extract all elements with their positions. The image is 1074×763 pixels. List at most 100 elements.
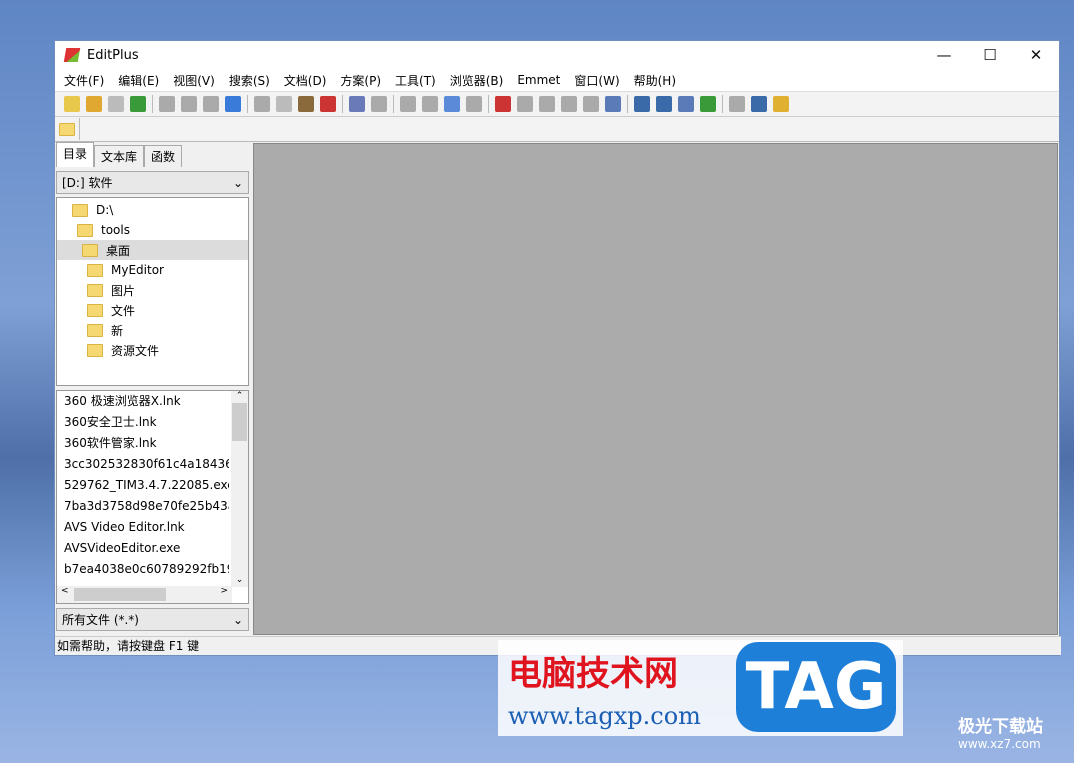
editplus-window: EditPlus — ☐ ✕ 文件(F) 编辑(E) 视图(V) 搜索(S) 文档(D)… bbox=[54, 40, 1061, 656]
folder-icon bbox=[59, 122, 75, 136]
tree-item[interactable]: 资源文件 bbox=[57, 340, 248, 360]
font-icon[interactable] bbox=[495, 96, 511, 112]
watermark-cn: 电脑技术网 bbox=[508, 654, 678, 694]
folder-icon bbox=[87, 303, 103, 317]
watermark-site2: 极光下载站 bbox=[958, 717, 1043, 737]
go-to-icon[interactable] bbox=[444, 96, 460, 112]
menu-item[interactable]: 编辑(E) bbox=[111, 72, 166, 89]
title-bar: EditPlus — ☐ ✕ bbox=[55, 41, 1059, 69]
menu-item[interactable]: 窗口(W) bbox=[567, 72, 626, 89]
print-preview-icon[interactable] bbox=[159, 96, 175, 112]
toolbar-separator bbox=[722, 95, 723, 113]
file-list-item[interactable]: AVS Video Editor.lnk bbox=[57, 517, 229, 538]
paste-icon[interactable] bbox=[298, 96, 314, 112]
new-file-icon[interactable] bbox=[64, 96, 80, 112]
directory-toggle-button[interactable] bbox=[55, 118, 80, 140]
secondary-toolbar bbox=[55, 117, 1059, 142]
line-numbers-icon[interactable] bbox=[466, 96, 482, 112]
app-logo-icon bbox=[63, 48, 81, 62]
file-list-item[interactable]: AVSVideoEditor.exe bbox=[57, 538, 229, 559]
vertical-scrollbar[interactable]: ⌃ ⌄ bbox=[231, 391, 248, 587]
save-icon[interactable] bbox=[108, 96, 124, 112]
toolbar-separator bbox=[393, 95, 394, 113]
folder-icon bbox=[72, 203, 88, 217]
hx-icon[interactable] bbox=[517, 96, 533, 112]
toolbar-separator bbox=[342, 95, 343, 113]
tree-item[interactable]: 桌面 bbox=[57, 240, 248, 260]
watermark-url2: www.xz7.com bbox=[958, 737, 1041, 751]
view4-icon[interactable] bbox=[700, 96, 716, 112]
file-list-item[interactable]: 360 极速浏览器X.lnk bbox=[57, 391, 229, 412]
spell-check-icon[interactable] bbox=[203, 96, 219, 112]
sort-icon[interactable] bbox=[583, 96, 599, 112]
window-title: EditPlus bbox=[87, 47, 139, 63]
filter-value: 所有文件 (*.*) bbox=[62, 613, 139, 627]
exit-icon[interactable] bbox=[773, 96, 789, 112]
redo-icon[interactable] bbox=[371, 96, 387, 112]
menu-item[interactable]: Emmet bbox=[510, 73, 567, 87]
tree-item-label: 文件 bbox=[111, 303, 136, 318]
minimize-button[interactable]: — bbox=[921, 46, 967, 64]
print-icon[interactable] bbox=[181, 96, 197, 112]
editor-area[interactable] bbox=[253, 143, 1058, 635]
find-icon[interactable] bbox=[400, 96, 416, 112]
tree-item[interactable]: 新 bbox=[57, 320, 248, 340]
menu-item[interactable]: 文件(F) bbox=[57, 72, 111, 89]
replace-icon[interactable] bbox=[422, 96, 438, 112]
drive-select[interactable]: [D:] 软件 ⌄ bbox=[56, 171, 249, 194]
cut-icon[interactable] bbox=[254, 96, 270, 112]
file-list-item[interactable]: 360软件管家.lnk bbox=[57, 433, 229, 454]
menu-item[interactable]: 搜索(S) bbox=[222, 72, 277, 89]
main-toolbar bbox=[55, 91, 1059, 117]
file-list-item[interactable]: 360安全卫士.lnk bbox=[57, 412, 229, 433]
copy-icon[interactable] bbox=[276, 96, 292, 112]
file-list-item[interactable]: b7ea4038e0c60789292fb194 bbox=[57, 559, 229, 580]
menu-item[interactable]: 浏览器(B) bbox=[443, 72, 511, 89]
file-list-item[interactable]: 3cc302532830f61c4a1843616 bbox=[57, 454, 229, 475]
file-list: 360 极速浏览器X.lnk 360安全卫士.lnk 360软件管家.lnk 3cc3… bbox=[56, 390, 249, 604]
folder-icon bbox=[87, 263, 103, 277]
tree-item[interactable]: MyEditor bbox=[57, 260, 248, 280]
horizontal-scrollbar[interactable]: < > bbox=[57, 586, 232, 603]
menu-item[interactable]: 视图(V) bbox=[166, 72, 222, 89]
watermark-url: www.tagxp.com bbox=[508, 702, 701, 730]
close-button[interactable]: ✕ bbox=[1013, 46, 1059, 64]
settings-icon[interactable] bbox=[605, 96, 621, 112]
tree-item[interactable]: 文件 bbox=[57, 300, 248, 320]
save-workspace-icon[interactable] bbox=[729, 96, 745, 112]
delete-icon[interactable] bbox=[320, 96, 336, 112]
menu-item[interactable]: 帮助(H) bbox=[627, 72, 683, 89]
view2-icon[interactable] bbox=[656, 96, 672, 112]
menu-item[interactable]: 工具(T) bbox=[388, 72, 443, 89]
help-icon[interactable] bbox=[751, 96, 767, 112]
file-list-item[interactable]: 7ba3d3758d98e70fe25b43a0 bbox=[57, 496, 229, 517]
indent-icon[interactable] bbox=[561, 96, 577, 112]
tab-directory[interactable]: 目录 bbox=[56, 142, 95, 167]
menu-item[interactable]: 文档(D) bbox=[277, 72, 334, 89]
tree-item-label: 新 bbox=[111, 323, 124, 338]
view3-icon[interactable] bbox=[678, 96, 694, 112]
tree-item-label: 资源文件 bbox=[111, 343, 160, 358]
tree-item[interactable]: D:\ bbox=[57, 200, 248, 220]
save-all-icon[interactable] bbox=[130, 96, 146, 112]
chevron-down-icon: ⌄ bbox=[232, 175, 243, 190]
view1-icon[interactable] bbox=[634, 96, 650, 112]
tab-cliptext[interactable]: 文本库 bbox=[94, 145, 145, 167]
maximize-button[interactable]: ☐ bbox=[967, 46, 1013, 64]
menu-item[interactable]: 方案(P) bbox=[333, 72, 388, 89]
watermark-xz7: 极光下载站 www.xz7.com bbox=[958, 712, 1043, 751]
open-icon[interactable] bbox=[86, 96, 102, 112]
tree-item[interactable]: 图片 bbox=[57, 280, 248, 300]
undo-icon[interactable] bbox=[349, 96, 365, 112]
folder-icon bbox=[82, 243, 98, 257]
tab-functions[interactable]: 函数 bbox=[144, 145, 183, 167]
word-wrap-icon[interactable] bbox=[539, 96, 555, 112]
html-preview-icon[interactable] bbox=[225, 96, 241, 112]
watermark-tag-logo: TAG bbox=[736, 642, 896, 732]
folder-icon bbox=[87, 323, 103, 337]
tree-item[interactable]: tools bbox=[57, 220, 248, 240]
toolbar-separator bbox=[247, 95, 248, 113]
file-filter-select[interactable]: 所有文件 (*.*) ⌄ bbox=[56, 608, 249, 631]
file-list-item[interactable]: 529762_TIM3.4.7.22085.exe bbox=[57, 475, 229, 496]
tree-item-label: 图片 bbox=[111, 283, 136, 298]
